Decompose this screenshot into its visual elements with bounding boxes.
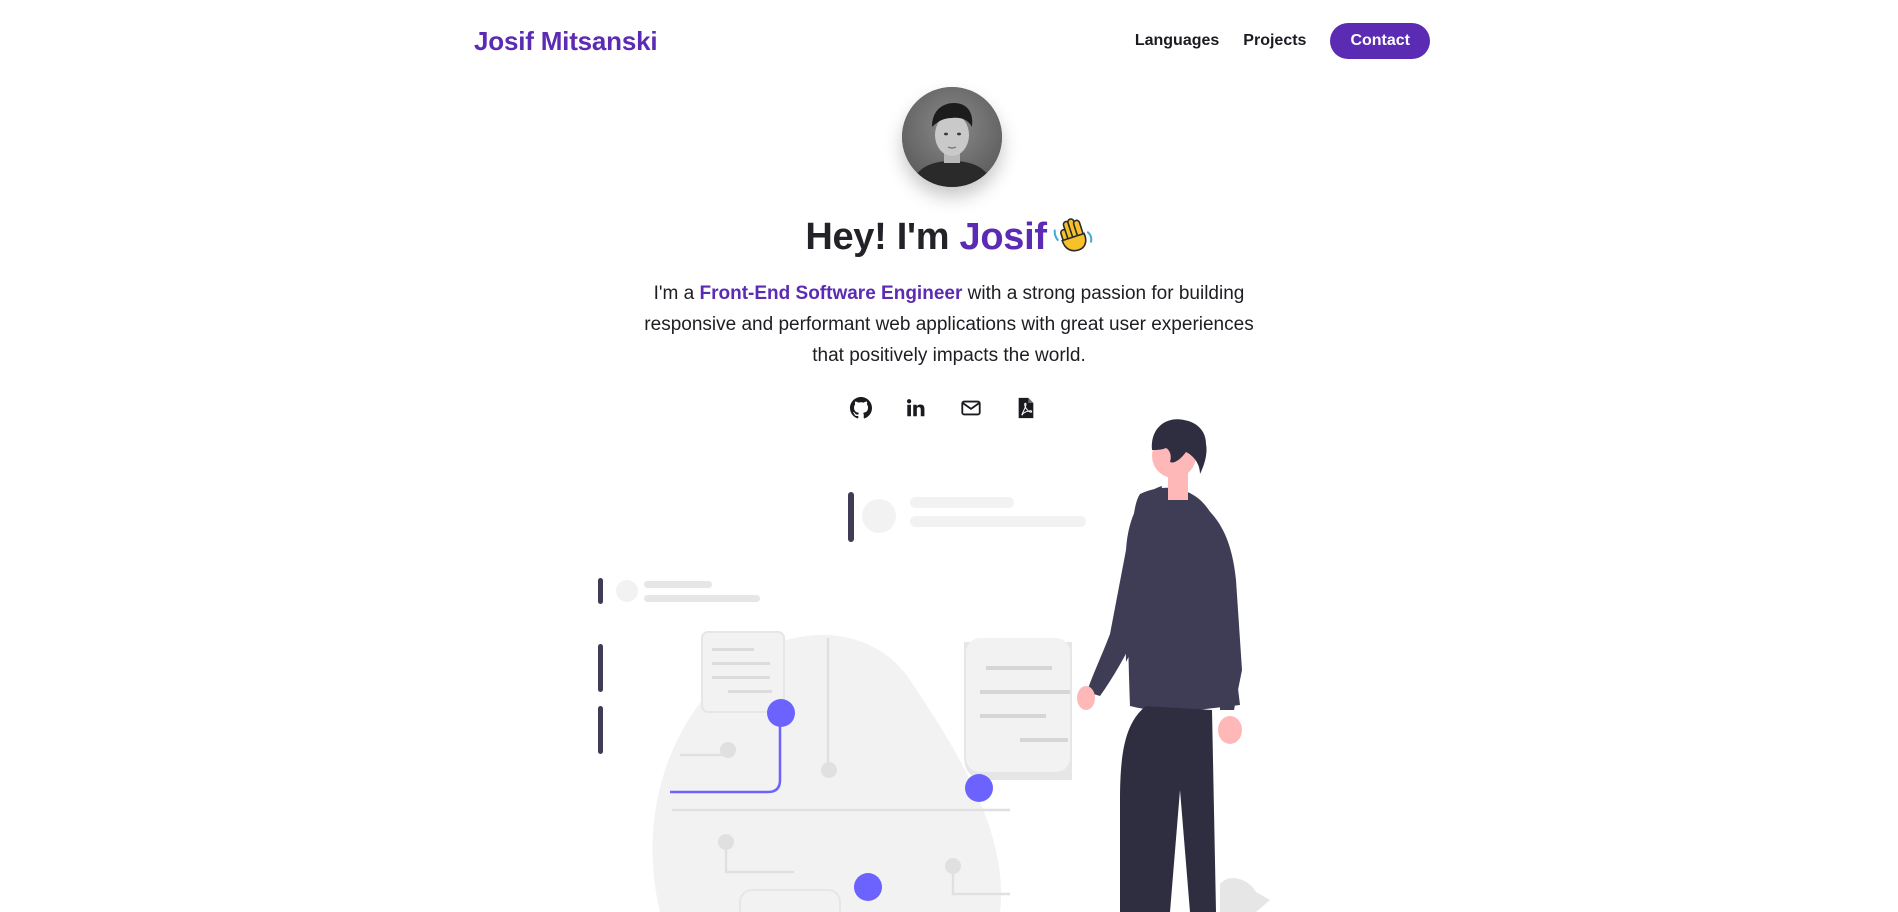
hero-name: Josif [959, 216, 1047, 258]
contact-button[interactable]: Contact [1330, 23, 1430, 59]
greeting-text: Hey! I'm [805, 216, 960, 258]
role-highlight: Front-End Software Engineer [699, 283, 963, 304]
developer-illustration [598, 419, 1270, 912]
waving-hand-icon [1053, 213, 1093, 263]
page: Josif Mitsanski Languages Projects Conta… [0, 0, 1898, 912]
hero-description: I'm a Front-End Software Engineer with a… [644, 278, 1254, 371]
top-navigation: Josif Mitsanski Languages Projects Conta… [474, 20, 1430, 62]
hero-heading: Hey! I'm Josif [0, 213, 1898, 263]
profile-avatar [902, 87, 1002, 187]
description-prefix: I'm a [653, 283, 700, 304]
nav-link-projects[interactable]: Projects [1243, 32, 1306, 50]
nav-links: Languages Projects Contact [1135, 23, 1430, 59]
brand-logo-link[interactable]: Josif Mitsanski [474, 26, 658, 57]
nav-link-languages[interactable]: Languages [1135, 32, 1219, 50]
